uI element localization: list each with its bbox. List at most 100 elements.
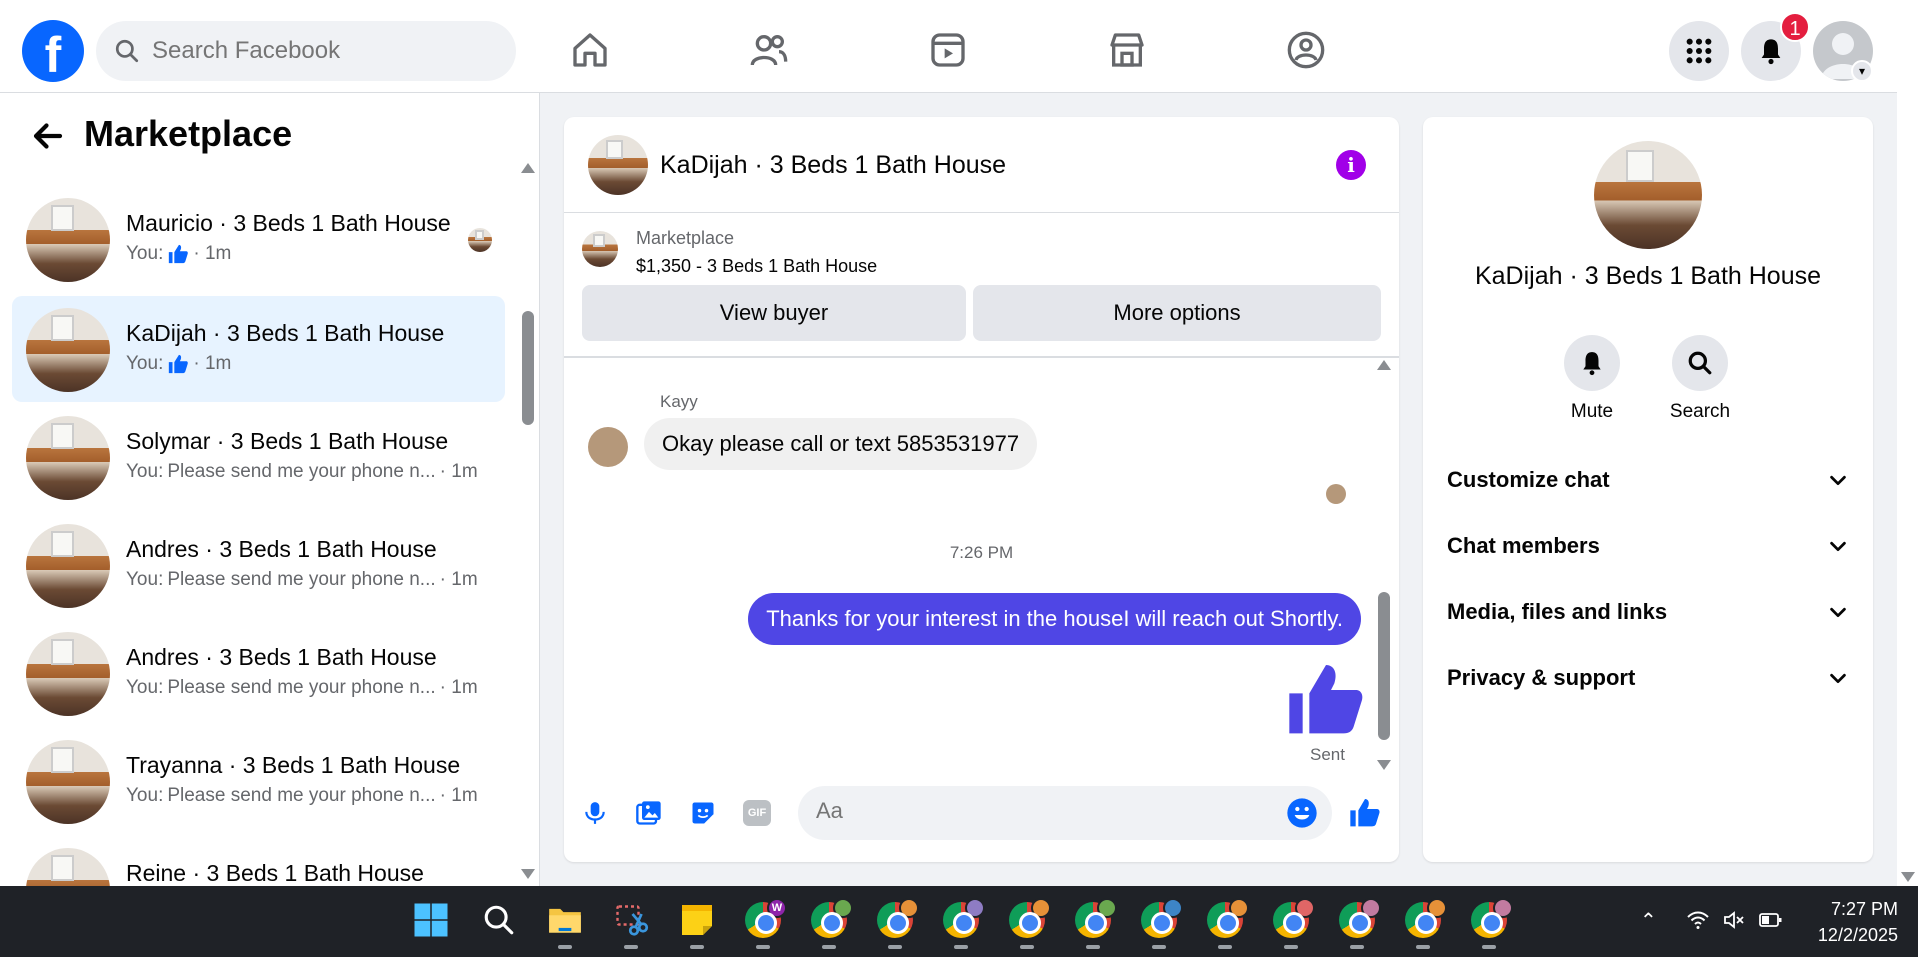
info-icon[interactable]: i (1336, 150, 1366, 180)
mute-button[interactable]: Mute (1552, 335, 1632, 423)
scroll-down-arrow-icon[interactable] (521, 869, 535, 879)
chat-listing-thumbnail[interactable] (588, 135, 648, 195)
listing-source: Marketplace (636, 228, 735, 248)
scroll-up-arrow-icon[interactable] (1377, 360, 1391, 370)
outgoing-message[interactable]: Thanks for your interest in the houseI w… (748, 593, 1361, 645)
seen-avatar (468, 228, 492, 252)
voice-clip-button[interactable] (578, 796, 612, 830)
attach-photo-button[interactable] (632, 796, 666, 830)
tray-overflow-chevron-icon[interactable]: ⌃ (1640, 908, 1657, 932)
running-indicator (756, 945, 770, 949)
conversation-item[interactable]: Reine · 3 Beds 1 Bath House (12, 836, 505, 886)
scrollbar-thumb[interactable] (522, 311, 534, 425)
chrome-window-button[interactable] (1007, 898, 1051, 940)
conversation-time: · 1m (193, 243, 232, 264)
running-indicator (624, 945, 638, 949)
message-timestamp: 7:26 PM (949, 543, 1014, 562)
sticker-button[interactable] (686, 796, 720, 830)
chrome-icon (1207, 898, 1249, 938)
running-indicator (558, 945, 572, 949)
preview-text: Please send me your phone n... (167, 677, 436, 698)
taskbar-search-button[interactable] (479, 900, 519, 940)
conversation-item[interactable]: Solymar · 3 Beds 1 Bath House You: Pleas… (12, 404, 505, 510)
view-buyer-button[interactable]: View buyer (582, 285, 966, 341)
media-files-links-section[interactable]: Media, files and links (1447, 587, 1849, 637)
friends-nav-button[interactable] (743, 24, 795, 76)
facebook-logo[interactable]: f (22, 20, 84, 82)
conversation-preview: You: · 1m (126, 353, 231, 375)
preview-prefix: You: (126, 569, 164, 590)
chat-title[interactable]: KaDijah · 3 Beds 1 Bath House (660, 151, 1006, 180)
send-like-button[interactable] (1348, 796, 1382, 830)
conversation-time: · 1m (439, 569, 478, 590)
preview-prefix: You: (126, 353, 164, 374)
listing-thumbnail (26, 416, 110, 500)
search-in-conversation-button[interactable]: Search (1660, 335, 1740, 423)
scroll-up-arrow-icon[interactable] (521, 163, 535, 173)
chat-members-section[interactable]: Chat members (1447, 521, 1849, 571)
scroll-down-arrow-icon[interactable] (1377, 760, 1391, 770)
chrome-window-button[interactable] (875, 898, 919, 940)
profile-badge (1031, 898, 1051, 918)
chat-scrollbar[interactable] (1376, 360, 1392, 772)
conversation-preview: You: Please send me your phone n... · 1m (126, 461, 478, 483)
chrome-window-button[interactable] (1205, 898, 1249, 940)
emoji-icon[interactable] (1286, 797, 1318, 829)
conversation-name: Trayanna · 3 Beds 1 Bath House (126, 752, 461, 778)
conversation-avatar (1594, 141, 1702, 249)
conversation-item[interactable]: Andres · 3 Beds 1 Bath House You: Please… (12, 512, 505, 618)
battery-icon[interactable] (1758, 908, 1784, 937)
conversation-time: · 1m (193, 353, 232, 374)
gif-button[interactable]: GIF (740, 796, 774, 830)
system-clock[interactable]: 7:27 PM 12/2/2025 (1808, 896, 1898, 948)
home-nav-button[interactable] (564, 24, 616, 76)
chrome-window-button[interactable] (941, 898, 985, 940)
chrome-window-button[interactable] (1139, 898, 1183, 940)
customize-chat-section[interactable]: Customize chat (1447, 455, 1849, 505)
thumbs-up-icon[interactable] (1286, 660, 1366, 740)
listing-thumbnail (26, 198, 110, 282)
scroll-down-arrow-icon[interactable] (1901, 872, 1915, 882)
sender-avatar[interactable] (588, 427, 628, 467)
conversation-item[interactable]: Mauricio · 3 Beds 1 Bath House You: · 1m (12, 186, 505, 292)
conversation-item[interactable]: Trayanna · 3 Beds 1 Bath House You: Plea… (12, 728, 505, 834)
chrome-window-button[interactable] (1271, 898, 1315, 940)
conversation-item[interactable]: Andres · 3 Beds 1 Bath House You: Please… (12, 620, 505, 726)
menu-button[interactable] (1669, 21, 1729, 81)
wifi-icon[interactable] (1686, 908, 1710, 937)
start-button[interactable] (411, 900, 451, 940)
sidebar-scrollbar[interactable] (520, 163, 536, 883)
search-input[interactable] (152, 37, 492, 65)
groups-nav-button[interactable] (1280, 24, 1332, 76)
clock-time: 7:27 PM (1830, 899, 1898, 919)
back-arrow-icon[interactable] (30, 118, 66, 154)
preview-prefix: You: (126, 677, 164, 698)
preview-text: Please send me your phone n... (167, 785, 436, 806)
incoming-message[interactable]: Okay please call or text 5853531977 (644, 418, 1038, 470)
privacy-support-section[interactable]: Privacy & support (1447, 653, 1849, 703)
search-box[interactable] (96, 21, 516, 81)
chrome-window-button[interactable] (1073, 898, 1117, 940)
marketplace-nav-button[interactable] (1101, 24, 1153, 76)
chrome-window-button[interactable] (1469, 898, 1513, 940)
conversation-item-active[interactable]: KaDijah · 3 Beds 1 Bath House You: · 1m (12, 296, 505, 402)
volume-muted-icon[interactable] (1722, 908, 1746, 937)
video-nav-button[interactable] (922, 24, 974, 76)
chrome-window-button[interactable] (809, 898, 853, 940)
chrome-window-button[interactable] (1337, 898, 1381, 940)
sticky-notes-button[interactable] (677, 900, 717, 940)
page-scrollbar[interactable] (1897, 0, 1918, 886)
chevron-down-icon[interactable]: ▾ (1851, 60, 1873, 82)
chrome-window-button[interactable] (1403, 898, 1447, 940)
chrome-window-button[interactable]: W (743, 898, 787, 940)
profile-badge (965, 898, 985, 918)
listing-price[interactable]: $1,350 - 3 Beds 1 Bath House (636, 256, 877, 277)
message-input[interactable] (816, 798, 1256, 824)
conversation-time: · 1m (439, 461, 478, 482)
scrollbar-thumb[interactable] (1378, 592, 1390, 740)
snipping-tool-button[interactable] (611, 900, 651, 940)
file-explorer-button[interactable] (545, 900, 585, 940)
more-options-button[interactable]: More options (973, 285, 1381, 341)
listing-card: Marketplace $1,350 - 3 Beds 1 Bath House… (564, 213, 1399, 358)
message-input-box[interactable] (798, 786, 1332, 840)
